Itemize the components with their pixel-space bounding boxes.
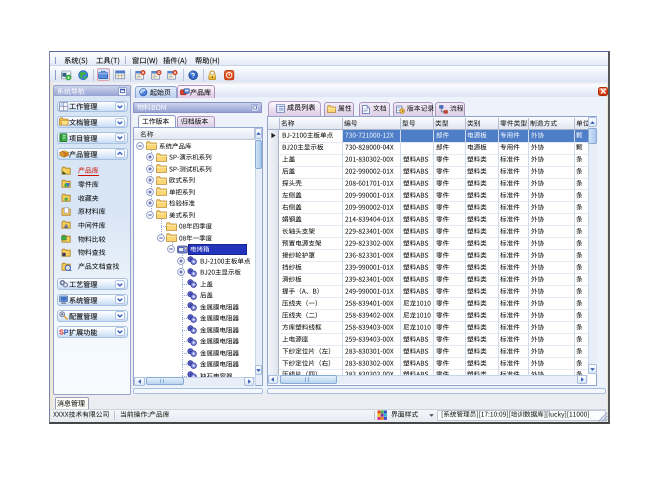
svg-text:a: a: [64, 223, 68, 230]
svg-text:P: P: [63, 327, 68, 336]
svg-text:?: ?: [192, 73, 196, 80]
